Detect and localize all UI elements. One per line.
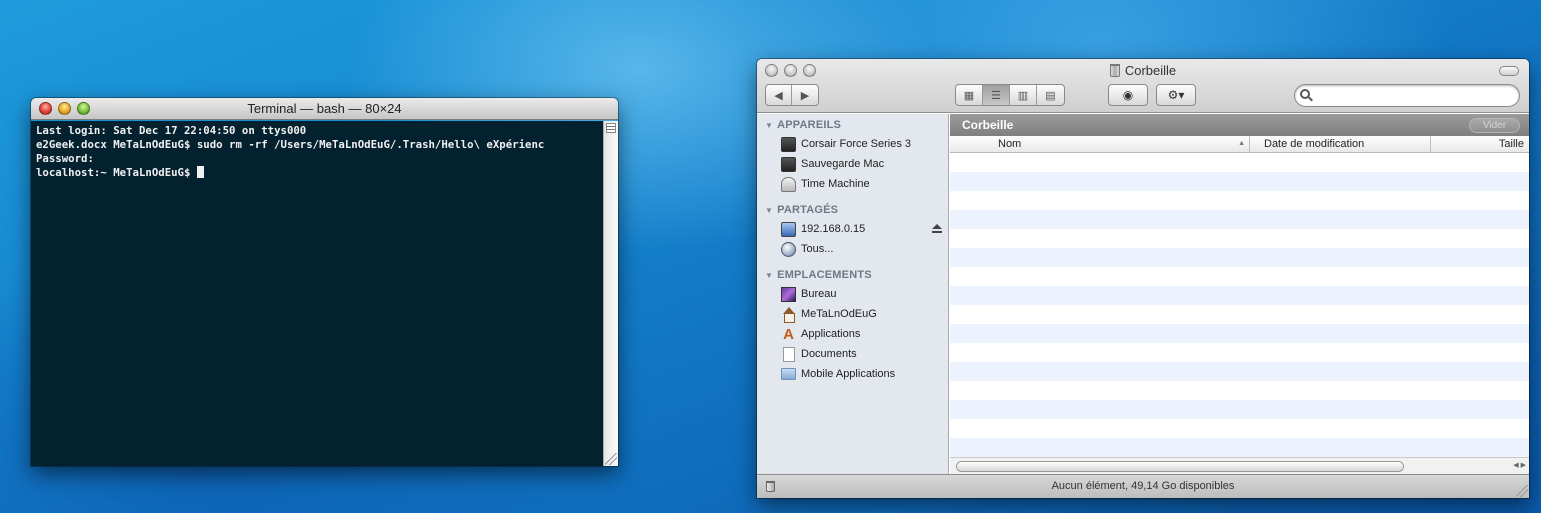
- terminal-output[interactable]: Last login: Sat Dec 17 22:04:50 on ttys0…: [31, 121, 603, 466]
- status-bar: Aucun élément, 49,14 Go disponibles: [757, 474, 1529, 498]
- zoom-icon[interactable]: [77, 102, 90, 115]
- list-view-icon: ☰: [991, 89, 1001, 102]
- sidebar-item-home[interactable]: MeTaLnOdEuG: [781, 305, 877, 323]
- terminal-window-controls: [39, 102, 90, 115]
- hard-disk-icon: [781, 136, 796, 152]
- finder-content: Corbeille Vider Nom Date de modification…: [950, 114, 1529, 474]
- sidebar-item-documents[interactable]: Documents: [781, 345, 857, 363]
- sidebar-item-corsair[interactable]: Corsair Force Series 3: [781, 135, 911, 153]
- column-view-icon: ▥: [1017, 89, 1029, 102]
- terminal-line: Password:: [36, 151, 94, 165]
- column-view-button[interactable]: ▥: [1010, 85, 1037, 105]
- quick-look-button[interactable]: ◉: [1108, 84, 1148, 106]
- sidebar-header-shared[interactable]: PARTAGÉS: [765, 204, 838, 216]
- sidebar-item-applications[interactable]: A Applications: [781, 325, 860, 343]
- terminal-prompt: localhost:~ MeTaLnOdEuG$: [36, 165, 197, 179]
- sidebar-item-all[interactable]: Tous...: [781, 240, 833, 258]
- sidebar-item-label: Time Machine: [801, 178, 870, 190]
- finder-toolbar: Corbeille ◀ ▶ ▦ ☰ ▥ ▤ ◉ ⚙▾: [757, 59, 1529, 113]
- sidebar-item-label: Documents: [801, 348, 857, 360]
- hard-disk-icon: [781, 156, 796, 172]
- minimize-icon[interactable]: [58, 102, 71, 115]
- eject-icon[interactable]: [932, 224, 942, 234]
- chevron-right-icon: ▶: [800, 89, 810, 102]
- desktop-icon: [781, 286, 796, 302]
- column-name[interactable]: Nom: [950, 136, 1250, 152]
- sidebar-item-label: Sauvegarde Mac: [801, 158, 885, 170]
- column-size[interactable]: Taille: [1431, 136, 1529, 152]
- terminal-prompt-line: localhost:~ MeTaLnOdEuG$: [36, 165, 598, 180]
- sidebar-item-time-machine[interactable]: Time Machine: [781, 175, 870, 193]
- network-globe-icon: [781, 241, 796, 257]
- close-icon[interactable]: [39, 102, 52, 115]
- folder-name: Corbeille: [962, 118, 1014, 132]
- terminal-titlebar[interactable]: Terminal — bash — 80×24: [31, 98, 618, 120]
- terminal-line: Last login: Sat Dec 17 22:04:50 on ttys0…: [36, 124, 307, 137]
- view-mode-control: ▦ ☰ ▥ ▤: [955, 84, 1065, 106]
- sidebar-item-label: MeTaLnOdEuG: [801, 308, 877, 320]
- path-bar: Corbeille Vider: [950, 114, 1529, 136]
- finder-window: Corbeille ◀ ▶ ▦ ☰ ▥ ▤ ◉ ⚙▾ APPAREILS Cor…: [757, 59, 1529, 498]
- grid-view-icon: ▦: [963, 89, 975, 102]
- chevron-left-icon: ◀: [774, 89, 783, 102]
- finder-title-text: Corbeille: [1124, 63, 1177, 78]
- folder-icon: [781, 368, 796, 380]
- coverflow-view-button[interactable]: ▤: [1037, 85, 1064, 105]
- computer-icon: [781, 221, 796, 237]
- back-button[interactable]: ◀: [766, 85, 792, 105]
- finder-title: Corbeille: [757, 63, 1529, 78]
- toolbar-toggle-button[interactable]: [1499, 66, 1519, 76]
- time-machine-icon: [781, 176, 796, 192]
- eye-icon: ◉: [1122, 88, 1134, 102]
- resize-grip-icon[interactable]: [1516, 485, 1528, 497]
- file-list[interactable]: [950, 153, 1529, 457]
- horizontal-scrollbar[interactable]: ◀ ▶: [950, 457, 1529, 474]
- sidebar-item-bureau[interactable]: Bureau: [781, 285, 836, 303]
- sidebar-item-label: Bureau: [801, 288, 837, 300]
- scrollbar-thumb[interactable]: [956, 461, 1404, 472]
- empty-trash-button[interactable]: Vider: [1469, 118, 1520, 133]
- search-icon: [1300, 89, 1310, 99]
- icon-view-button[interactable]: ▦: [956, 85, 983, 105]
- terminal-scrollbar[interactable]: [603, 121, 618, 466]
- terminal-line: e2Geek.docx MeTaLnOdEuG$ sudo rm -rf /Us…: [36, 137, 545, 151]
- back-forward-control: ◀ ▶: [765, 84, 819, 106]
- list-view-button[interactable]: ☰: [983, 85, 1010, 105]
- sidebar-header-places[interactable]: EMPLACEMENTS: [765, 269, 872, 281]
- sidebar-header-devices[interactable]: APPAREILS: [765, 119, 841, 131]
- gear-icon: ⚙▾: [1167, 88, 1185, 102]
- terminal-window: Terminal — bash — 80×24 Last login: Sat …: [31, 98, 618, 466]
- terminal-title: Terminal — bash — 80×24: [247, 101, 402, 116]
- forward-button[interactable]: ▶: [792, 85, 818, 105]
- status-text: Aucun élément, 49,14 Go disponibles: [1051, 480, 1235, 492]
- home-icon: [781, 306, 796, 323]
- sidebar-item-server[interactable]: 192.168.0.15: [781, 220, 865, 238]
- resize-grip-icon[interactable]: [605, 453, 617, 465]
- sidebar-item-label: 192.168.0.15: [801, 223, 866, 235]
- coverflow-icon: ▤: [1045, 89, 1056, 102]
- sidebar-item-mobile-apps[interactable]: Mobile Applications: [781, 365, 895, 383]
- sidebar-item-label: Tous...: [801, 243, 834, 255]
- scroll-arrows-icon[interactable]: ◀ ▶: [1496, 461, 1526, 472]
- sidebar-item-label: Applications: [801, 328, 861, 340]
- finder-sidebar: APPAREILS Corsair Force Series 3 Sauvega…: [757, 114, 949, 474]
- action-menu-button[interactable]: ⚙▾: [1156, 84, 1196, 106]
- trash-icon: [766, 481, 775, 492]
- cursor-icon: [196, 165, 204, 178]
- sidebar-item-label: Mobile Applications: [801, 368, 896, 380]
- column-header: Nom Date de modification Taille: [950, 136, 1529, 153]
- document-icon: [783, 346, 795, 362]
- sidebar-item-label: Corsair Force Series 3: [801, 138, 912, 150]
- column-date[interactable]: Date de modification: [1250, 136, 1431, 152]
- sidebar-item-sauvegarde[interactable]: Sauvegarde Mac: [781, 155, 884, 173]
- trash-icon: [1109, 64, 1120, 77]
- applications-icon: A: [783, 325, 794, 343]
- search-input[interactable]: [1294, 84, 1520, 107]
- split-pane-icon[interactable]: [606, 123, 616, 133]
